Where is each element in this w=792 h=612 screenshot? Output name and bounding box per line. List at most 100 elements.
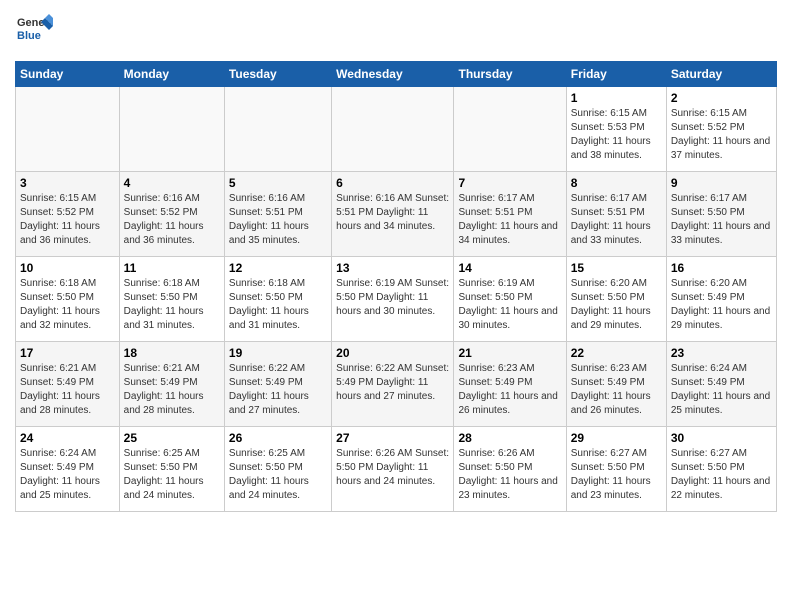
- calendar-table: SundayMondayTuesdayWednesdayThursdayFrid…: [15, 61, 777, 512]
- day-number: 8: [571, 176, 662, 190]
- day-info: Sunrise: 6:25 AM Sunset: 5:50 PM Dayligh…: [124, 447, 220, 503]
- day-number: 2: [671, 91, 772, 105]
- day-info: Sunrise: 6:18 AM Sunset: 5:50 PM Dayligh…: [20, 277, 115, 333]
- day-info: Sunrise: 6:15 AM Sunset: 5:52 PM Dayligh…: [20, 192, 115, 248]
- weekday-header-thursday: Thursday: [454, 62, 566, 87]
- day-number: 29: [571, 431, 662, 445]
- calendar-cell: 20 Sunrise: 6:22 AM Sunset: 5:49 PM Dayli…: [332, 342, 454, 427]
- calendar-cell: 3 Sunrise: 6:15 AM Sunset: 5:52 PM Daylig…: [16, 172, 120, 257]
- weekday-header-saturday: Saturday: [666, 62, 776, 87]
- day-info: Sunrise: 6:18 AM Sunset: 5:50 PM Dayligh…: [124, 277, 220, 333]
- weekday-header-friday: Friday: [566, 62, 666, 87]
- day-info: Sunrise: 6:21 AM Sunset: 5:49 PM Dayligh…: [20, 362, 115, 418]
- calendar-cell: 28 Sunrise: 6:26 AM Sunset: 5:50 PM Dayli…: [454, 427, 566, 512]
- day-info: Sunrise: 6:22 AM Sunset: 5:49 PM Dayligh…: [336, 362, 449, 404]
- day-info: Sunrise: 6:23 AM Sunset: 5:49 PM Dayligh…: [571, 362, 662, 418]
- calendar-cell: 25 Sunrise: 6:25 AM Sunset: 5:50 PM Dayli…: [119, 427, 224, 512]
- day-info: Sunrise: 6:27 AM Sunset: 5:50 PM Dayligh…: [571, 447, 662, 503]
- calendar-cell: 13Sunrise: 6:19 AM Sunset: 5:50 PM Dayli…: [332, 257, 454, 342]
- calendar-cell: 8 Sunrise: 6:17 AM Sunset: 5:51 PM Daylig…: [566, 172, 666, 257]
- day-number: 18: [124, 346, 220, 360]
- calendar-cell: [119, 87, 224, 172]
- calendar-cell: 17 Sunrise: 6:21 AM Sunset: 5:49 PM Dayli…: [16, 342, 120, 427]
- day-number: 16: [671, 261, 772, 275]
- day-info: Sunrise: 6:26 AM Sunset: 5:50 PM Dayligh…: [336, 447, 449, 489]
- day-info: Sunrise: 6:27 AM Sunset: 5:50 PM Dayligh…: [671, 447, 772, 503]
- day-info: Sunrise: 6:21 AM Sunset: 5:49 PM Dayligh…: [124, 362, 220, 418]
- weekday-header-sunday: Sunday: [16, 62, 120, 87]
- calendar-cell: [454, 87, 566, 172]
- calendar-cell: 7 Sunrise: 6:17 AM Sunset: 5:51 PM Daylig…: [454, 172, 566, 257]
- calendar-cell: 11 Sunrise: 6:18 AM Sunset: 5:50 PM Dayli…: [119, 257, 224, 342]
- day-info: Sunrise: 6:15 AM Sunset: 5:53 PM Dayligh…: [571, 107, 662, 163]
- calendar-cell: 14 Sunrise: 6:19 AM Sunset: 5:50 PM Dayli…: [454, 257, 566, 342]
- day-info: Sunrise: 6:20 AM Sunset: 5:50 PM Dayligh…: [571, 277, 662, 333]
- day-number: 9: [671, 176, 772, 190]
- calendar-cell: 19Sunrise: 6:22 AM Sunset: 5:49 PM Dayli…: [224, 342, 331, 427]
- calendar-cell: 29 Sunrise: 6:27 AM Sunset: 5:50 PM Dayli…: [566, 427, 666, 512]
- day-info: Sunrise: 6:22 AM Sunset: 5:49 PM Dayligh…: [229, 362, 327, 418]
- day-info: Sunrise: 6:15 AM Sunset: 5:52 PM Dayligh…: [671, 107, 772, 163]
- day-info: Sunrise: 6:26 AM Sunset: 5:50 PM Dayligh…: [458, 447, 561, 503]
- calendar-cell: 6 Sunrise: 6:16 AM Sunset: 5:51 PM Daylig…: [332, 172, 454, 257]
- day-number: 14: [458, 261, 561, 275]
- calendar-cell: 18 Sunrise: 6:21 AM Sunset: 5:49 PM Dayli…: [119, 342, 224, 427]
- day-info: Sunrise: 6:17 AM Sunset: 5:51 PM Dayligh…: [458, 192, 561, 248]
- day-number: 6: [336, 176, 449, 190]
- day-number: 11: [124, 261, 220, 275]
- day-number: 12: [229, 261, 327, 275]
- day-info: Sunrise: 6:18 AM Sunset: 5:50 PM Dayligh…: [229, 277, 327, 333]
- calendar-cell: 16 Sunrise: 6:20 AM Sunset: 5:49 PM Dayli…: [666, 257, 776, 342]
- calendar-cell: [332, 87, 454, 172]
- day-number: 20: [336, 346, 449, 360]
- weekday-header-monday: Monday: [119, 62, 224, 87]
- calendar-cell: 1 Sunrise: 6:15 AM Sunset: 5:53 PM Daylig…: [566, 87, 666, 172]
- calendar-cell: 10 Sunrise: 6:18 AM Sunset: 5:50 PM Dayli…: [16, 257, 120, 342]
- day-info: Sunrise: 6:19 AM Sunset: 5:50 PM Dayligh…: [336, 277, 449, 319]
- calendar-cell: 4Sunrise: 6:16 AM Sunset: 5:52 PM Daylig…: [119, 172, 224, 257]
- day-info: Sunrise: 6:17 AM Sunset: 5:50 PM Dayligh…: [671, 192, 772, 248]
- day-info: Sunrise: 6:16 AM Sunset: 5:51 PM Dayligh…: [336, 192, 449, 234]
- calendar-cell: 2 Sunrise: 6:15 AM Sunset: 5:52 PM Daylig…: [666, 87, 776, 172]
- day-number: 3: [20, 176, 115, 190]
- day-info: Sunrise: 6:20 AM Sunset: 5:49 PM Dayligh…: [671, 277, 772, 333]
- logo: General Blue: [15, 10, 53, 53]
- day-number: 30: [671, 431, 772, 445]
- day-info: Sunrise: 6:19 AM Sunset: 5:50 PM Dayligh…: [458, 277, 561, 333]
- day-number: 21: [458, 346, 561, 360]
- calendar-cell: 24 Sunrise: 6:24 AM Sunset: 5:49 PM Dayli…: [16, 427, 120, 512]
- logo-icon: General Blue: [15, 10, 53, 48]
- day-number: 26: [229, 431, 327, 445]
- calendar-cell: [224, 87, 331, 172]
- day-number: 23: [671, 346, 772, 360]
- day-info: Sunrise: 6:24 AM Sunset: 5:49 PM Dayligh…: [20, 447, 115, 503]
- weekday-header-wednesday: Wednesday: [332, 62, 454, 87]
- day-number: 25: [124, 431, 220, 445]
- day-number: 22: [571, 346, 662, 360]
- weekday-header-tuesday: Tuesday: [224, 62, 331, 87]
- day-number: 28: [458, 431, 561, 445]
- calendar-cell: 23 Sunrise: 6:24 AM Sunset: 5:49 PM Dayli…: [666, 342, 776, 427]
- calendar-cell: 12 Sunrise: 6:18 AM Sunset: 5:50 PM Dayli…: [224, 257, 331, 342]
- day-number: 5: [229, 176, 327, 190]
- calendar-cell: 5 Sunrise: 6:16 AM Sunset: 5:51 PM Daylig…: [224, 172, 331, 257]
- day-info: Sunrise: 6:16 AM Sunset: 5:51 PM Dayligh…: [229, 192, 327, 248]
- day-number: 17: [20, 346, 115, 360]
- calendar-cell: 9 Sunrise: 6:17 AM Sunset: 5:50 PM Daylig…: [666, 172, 776, 257]
- day-number: 1: [571, 91, 662, 105]
- svg-text:Blue: Blue: [17, 30, 41, 42]
- day-number: 24: [20, 431, 115, 445]
- calendar-cell: 21Sunrise: 6:23 AM Sunset: 5:49 PM Dayli…: [454, 342, 566, 427]
- day-number: 10: [20, 261, 115, 275]
- day-number: 15: [571, 261, 662, 275]
- day-number: 7: [458, 176, 561, 190]
- day-info: Sunrise: 6:17 AM Sunset: 5:51 PM Dayligh…: [571, 192, 662, 248]
- calendar-cell: 26 Sunrise: 6:25 AM Sunset: 5:50 PM Dayli…: [224, 427, 331, 512]
- calendar-cell: 15 Sunrise: 6:20 AM Sunset: 5:50 PM Dayli…: [566, 257, 666, 342]
- day-number: 27: [336, 431, 449, 445]
- calendar-cell: 27 Sunrise: 6:26 AM Sunset: 5:50 PM Dayli…: [332, 427, 454, 512]
- day-info: Sunrise: 6:24 AM Sunset: 5:49 PM Dayligh…: [671, 362, 772, 418]
- calendar-cell: 22 Sunrise: 6:23 AM Sunset: 5:49 PM Dayli…: [566, 342, 666, 427]
- calendar-cell: [16, 87, 120, 172]
- day-info: Sunrise: 6:25 AM Sunset: 5:50 PM Dayligh…: [229, 447, 327, 503]
